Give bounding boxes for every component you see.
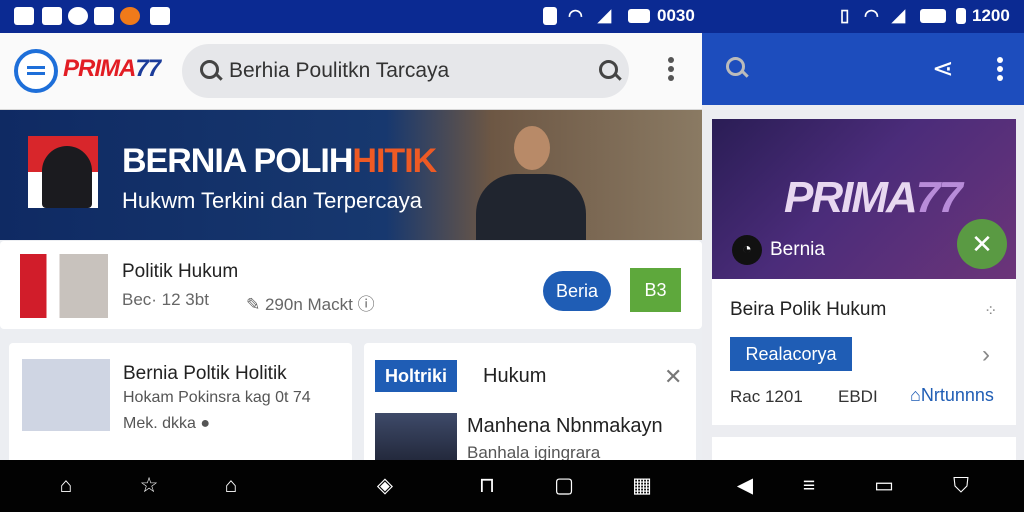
article-title: Politik Hukum [122,261,239,282]
status-time-right: 1200 [972,6,1010,25]
lock-icon[interactable]: ⊓ [476,475,498,497]
globe-icon [68,7,88,25]
info-icon: ⓘ [352,295,375,314]
secondary-button[interactable]: B3 [630,268,681,312]
article-link[interactable]: ⌂Nrtunnns [910,385,994,406]
overflow-menu-icon[interactable] [997,57,1003,63]
search-submit-icon[interactable] [599,60,621,82]
category-label: Hukum [483,365,547,387]
excel-icon [42,7,62,25]
vibrate-icon-right: ▯ [840,6,850,25]
status-bar: ◠ ◢ 0030 ▯ ◠ ◢ 1200 [0,0,1024,33]
featured-article-card[interactable]: Politik Hukum Bec· 12 3bt ✎ 290n Mackt ⓘ… [0,241,702,329]
image-caption: Bernia [770,239,825,260]
bottom-nav-bar: ⌂ ☆ ⌂ ◈ ⊓ ▢ ▦ ◀ ≡ ▭ ⛉ [0,460,1024,512]
views-icon: ✎ [246,295,265,314]
vlc-icon [120,7,140,25]
app-toolbar: PRIMA77 Berhia Poulitkn Tarcaya [0,33,702,110]
close-fab-button[interactable]: ✕ [957,219,1007,269]
wifi-icon-right: ◠ [864,6,879,25]
wifi-icon: ◠ [568,6,583,25]
battery-icon-right [920,9,946,23]
close-icon[interactable]: ✕ [664,364,682,390]
main-pane: PRIMA77 Berhia Poulitkn Tarcaya BERNIA P… [0,33,702,473]
chevron-right-icon[interactable]: › [982,341,990,369]
info-icon: ● [195,415,211,432]
building-icon: ⌂ [910,385,921,405]
notification-icon [150,7,170,25]
hero-banner[interactable]: BERNIA POLIHHITIK Hukwm Terkini dan Terp… [0,110,702,240]
share-icon[interactable]: ⋖ [932,53,954,84]
read-button[interactable]: Beria [543,271,611,311]
back-icon[interactable]: ◀ [734,475,756,497]
article-views: ✎ 290n Mackt ⓘ [246,295,375,314]
article-subtitle: Hokam Pokinsra kag 0t 74 [123,389,311,406]
app-logo-icon[interactable] [14,49,58,93]
category-badge[interactable]: Holtriki [375,360,457,392]
signal-icon: ◢ [598,6,612,25]
overflow-menu-icon[interactable] [668,57,674,63]
side-hero-image[interactable]: PRIMA77 ◔ Bernia ✕ [712,119,1016,279]
vibrate-icon [543,7,557,25]
portrait-image [42,146,92,208]
logo-icon[interactable]: ◈ [372,475,398,497]
search-icon [200,60,222,82]
search-icon[interactable] [726,57,748,79]
article-card[interactable]: Bernia Poltik Holitik Hokam Pokinsra kag… [9,343,352,473]
side-toolbar: ⋖ [702,33,1024,105]
article-title: Bernia Poltik Holitik [123,363,287,384]
lock-status-icon [956,8,966,24]
play-icon[interactable]: ◔ [732,235,762,265]
side-article-card[interactable]: Beira Polik Hukum ⁘ Realacorya › Rac 120… [712,279,1016,425]
shield-icon[interactable]: ⛉ [950,475,972,497]
speaker-image [470,118,590,240]
battery-icon [628,9,650,23]
recents-icon[interactable]: ▭ [873,475,895,497]
signal-icon-right: ◢ [892,6,906,25]
search-bar[interactable]: Berhia Poulitkn Tarcaya [182,44,629,98]
article-thumbnail [22,359,110,431]
article-title: Beira Polik Hukum [730,299,887,320]
article-date: Rac 1201 [730,387,803,406]
bag-icon[interactable]: ⌂ [220,475,242,497]
square-icon[interactable]: ▢ [553,475,575,497]
category-tag[interactable]: Realacorya [730,337,852,371]
home-icon[interactable]: ⌂ [55,475,77,497]
side-pane: ⋖ PRIMA77 ◔ Bernia ✕ Beira Polik Hukum ⁘… [702,33,1024,467]
banner-subtitle: Hukwm Terkini dan Terpercaya [122,188,422,213]
status-time-left: 0030 [657,6,695,25]
search-input[interactable]: Berhia Poulitkn Tarcaya [229,59,449,83]
drag-handle-icon[interactable]: ⁘ [984,301,997,321]
image-logo-text: PRIMA77 [784,173,963,222]
article-card[interactable]: Holtriki Hukum ✕ Manhena Nbnmakayn Banha… [364,343,696,473]
article-code: EBDI [838,387,878,406]
article-meta: Mek. dkka ● [123,415,211,432]
gallery-icon [14,7,34,25]
article-title: Manhena Nbnmakayn [467,415,663,437]
menu-icon[interactable]: ≡ [798,475,820,497]
mail-icon [94,7,114,25]
app-logo-text[interactable]: PRIMA77 [63,55,161,83]
grid-icon[interactable]: ▦ [631,475,653,497]
article-date: Bec· 12 3bt [122,290,209,309]
star-icon[interactable]: ☆ [138,475,160,497]
banner-title: BERNIA POLIHHITIK [122,142,437,180]
article-thumbnail [20,254,108,318]
